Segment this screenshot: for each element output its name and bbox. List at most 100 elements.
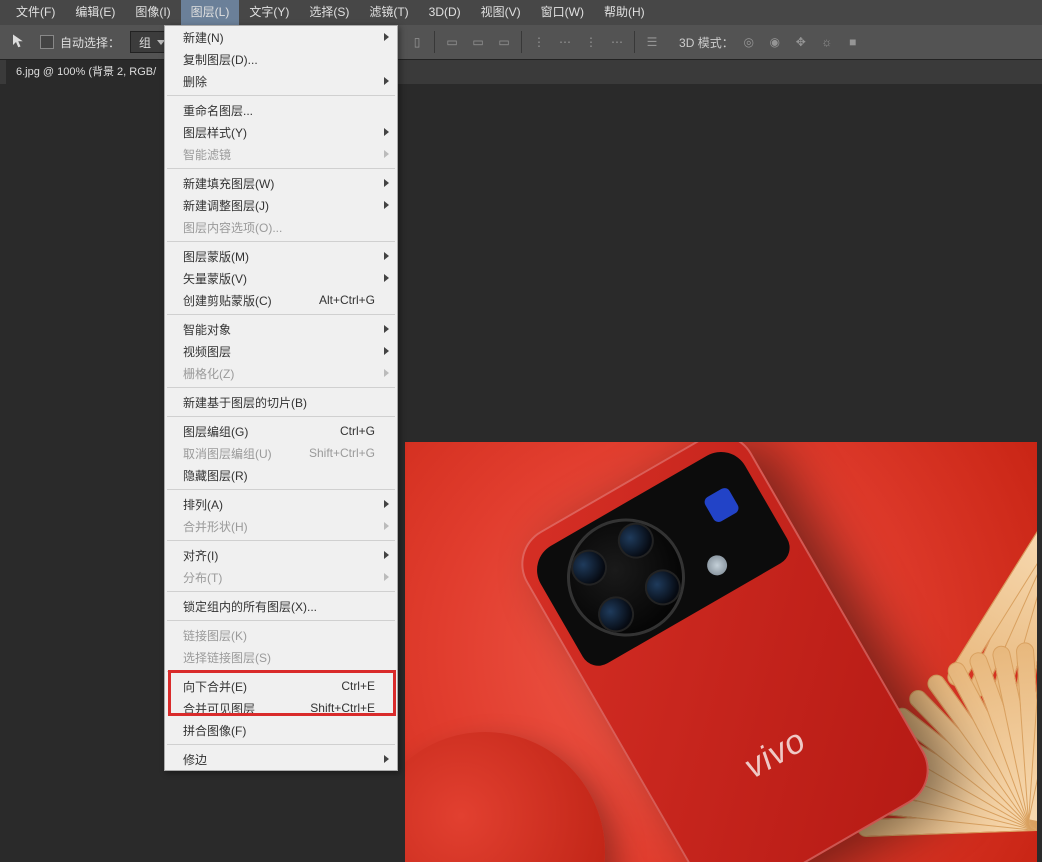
lens-icon <box>611 516 660 565</box>
menubar: 文件(F)编辑(E)图像(I)图层(L)文字(Y)选择(S)滤镜(T)3D(D)… <box>0 0 1042 25</box>
menu-3dd[interactable]: 3D(D) <box>419 0 471 25</box>
auto-select-checkbox[interactable]: 自动选择： <box>40 34 120 51</box>
canvas-image[interactable]: vivo <box>405 442 1037 862</box>
distribute-h2-icon[interactable]: ⋮ <box>580 31 602 53</box>
document-tab-title: 6.jpg @ 100% (背景 2, RGB/ <box>16 66 156 78</box>
distribute-v2-icon[interactable]: ⋯ <box>606 31 628 53</box>
lens-icon <box>565 543 614 592</box>
align-top-icon[interactable]: ▭ <box>441 31 463 53</box>
menu-item: 智能滤镜 <box>165 143 397 165</box>
menu-文件f[interactable]: 文件(F) <box>6 0 65 25</box>
menu-item-label: 图层编组(G) <box>183 423 248 440</box>
auto-select-label: 自动选择： <box>60 34 120 51</box>
menu-item[interactable]: 新建(N) <box>165 26 397 48</box>
menu-item-label: 对齐(I) <box>183 547 218 564</box>
menu-item-label: 创建剪贴蒙版(C) <box>183 292 272 309</box>
menu-item[interactable]: 新建基于图层的切片(B) <box>165 391 397 413</box>
menu-item: 栅格化(Z) <box>165 362 397 384</box>
threed-mode-label: 3D 模式： <box>679 34 734 51</box>
distribute-v-icon[interactable]: ⋯ <box>554 31 576 53</box>
menu-item-label: 新建基于图层的切片(B) <box>183 394 307 411</box>
menu-item-label: 分布(T) <box>183 569 222 586</box>
menu-item-label: 新建调整图层(J) <box>183 197 269 214</box>
menu-item-label: 矢量蒙版(V) <box>183 270 247 287</box>
threed-pan-icon[interactable]: ✥ <box>790 31 812 53</box>
submenu-arrow-icon <box>384 755 389 763</box>
menu-item[interactable]: 视频图层 <box>165 340 397 362</box>
menu-separator <box>167 95 395 96</box>
menu-separator <box>167 168 395 169</box>
menu-shortcut: Shift+Ctrl+E <box>310 701 375 715</box>
auto-align-icon[interactable]: ☰ <box>641 31 663 53</box>
threed-slide-icon[interactable]: ☼ <box>816 31 838 53</box>
move-tool-icon[interactable] <box>8 31 30 53</box>
menu-item[interactable]: 新建调整图层(J) <box>165 194 397 216</box>
menu-item[interactable]: 删除 <box>165 70 397 92</box>
menu-item-label: 拼合图像(F) <box>183 722 246 739</box>
options-bar: 自动选择： 组 ▯ ▯ ▯ ▭ ▭ ▭ ⋮ ⋯ ⋮ ⋯ ☰ 3D 模式： ◎ ◉… <box>0 25 1042 60</box>
menu-item-label: 图层内容选项(O)... <box>183 219 282 236</box>
menu-图层l[interactable]: 图层(L) <box>181 0 240 25</box>
menu-帮助h[interactable]: 帮助(H) <box>594 0 655 25</box>
menu-item[interactable]: 合并可见图层Shift+Ctrl+E <box>165 697 397 719</box>
document-tab[interactable]: 6.jpg @ 100% (背景 2, RGB/ <box>6 60 166 84</box>
menu-item[interactable]: 拼合图像(F) <box>165 719 397 741</box>
distribute-h-icon[interactable]: ⋮ <box>528 31 550 53</box>
menu-选择s[interactable]: 选择(S) <box>299 0 359 25</box>
menu-separator <box>167 671 395 672</box>
menu-编辑e[interactable]: 编辑(E) <box>65 0 125 25</box>
menu-item-label: 修边 <box>183 751 207 768</box>
menu-item[interactable]: 矢量蒙版(V) <box>165 267 397 289</box>
menu-item[interactable]: 隐藏图层(R) <box>165 464 397 486</box>
menu-item[interactable]: 排列(A) <box>165 493 397 515</box>
menu-item[interactable]: 新建填充图层(W) <box>165 172 397 194</box>
align-right-icon[interactable]: ▯ <box>406 31 428 53</box>
menu-item-label: 图层样式(Y) <box>183 124 247 141</box>
menu-滤镜t[interactable]: 滤镜(T) <box>359 0 418 25</box>
submenu-arrow-icon <box>384 252 389 260</box>
menu-item-label: 选择链接图层(S) <box>183 649 271 666</box>
menu-item-label: 新建填充图层(W) <box>183 175 274 192</box>
align-bottom-icon[interactable]: ▭ <box>493 31 515 53</box>
submenu-arrow-icon <box>384 551 389 559</box>
menu-item[interactable]: 锁定组内的所有图层(X)... <box>165 595 397 617</box>
menu-item[interactable]: 复制图层(D)... <box>165 48 397 70</box>
menu-item[interactable]: 图层蒙版(M) <box>165 245 397 267</box>
menu-item-label: 复制图层(D)... <box>183 51 258 68</box>
menu-item-label: 锁定组内的所有图层(X)... <box>183 598 317 615</box>
checkbox-icon <box>40 35 54 49</box>
menu-图像i[interactable]: 图像(I) <box>125 0 180 25</box>
menu-item-label: 智能滤镜 <box>183 146 231 163</box>
menu-item[interactable]: 智能对象 <box>165 318 397 340</box>
menu-item[interactable]: 对齐(I) <box>165 544 397 566</box>
menu-separator <box>167 744 395 745</box>
menu-item-label: 链接图层(K) <box>183 627 247 644</box>
menu-item[interactable]: 创建剪贴蒙版(C)Alt+Ctrl+G <box>165 289 397 311</box>
menu-item[interactable]: 重命名图层... <box>165 99 397 121</box>
lens-icon <box>592 590 641 639</box>
threed-roll-icon[interactable]: ◉ <box>764 31 786 53</box>
submenu-arrow-icon <box>384 500 389 508</box>
menu-separator <box>167 416 395 417</box>
menu-item: 取消图层编组(U)Shift+Ctrl+G <box>165 442 397 464</box>
submenu-arrow-icon <box>384 33 389 41</box>
menu-item[interactable]: 图层编组(G)Ctrl+G <box>165 420 397 442</box>
threed-orbit-icon[interactable]: ◎ <box>738 31 760 53</box>
submenu-arrow-icon <box>384 325 389 333</box>
menu-item: 图层内容选项(O)... <box>165 216 397 238</box>
menu-item[interactable]: 图层样式(Y) <box>165 121 397 143</box>
zeiss-badge <box>702 486 740 524</box>
menu-item[interactable]: 向下合并(E)Ctrl+E <box>165 675 397 697</box>
align-center-v-icon[interactable]: ▭ <box>467 31 489 53</box>
threed-zoom-icon[interactable]: ■ <box>842 31 864 53</box>
menu-窗口w[interactable]: 窗口(W) <box>531 0 594 25</box>
menu-文字y[interactable]: 文字(Y) <box>239 0 299 25</box>
menu-item: 分布(T) <box>165 566 397 588</box>
canvas-area: vivo <box>0 84 1042 782</box>
submenu-arrow-icon <box>384 274 389 282</box>
menu-item-label: 新建(N) <box>183 29 224 46</box>
menu-视图v[interactable]: 视图(V) <box>471 0 531 25</box>
divider <box>521 31 522 53</box>
submenu-arrow-icon <box>384 201 389 209</box>
menu-item[interactable]: 修边 <box>165 748 397 770</box>
